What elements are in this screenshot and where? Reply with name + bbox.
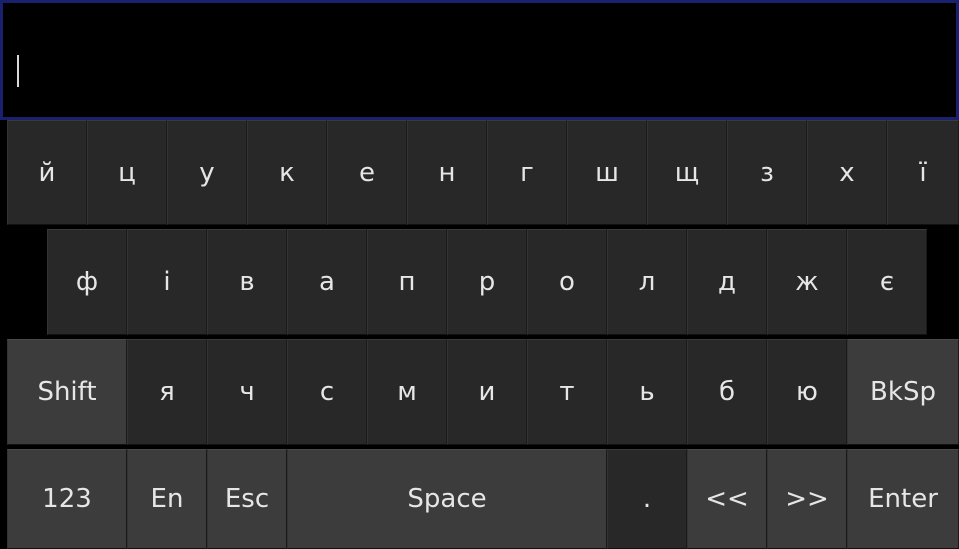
shift-key[interactable]: Shift [7, 339, 127, 445]
key-letter[interactable]: в [207, 229, 287, 335]
key-letter[interactable]: ь [607, 339, 687, 445]
key-letter[interactable]: о [527, 229, 607, 335]
key-letter[interactable]: ж [767, 229, 847, 335]
key-letter[interactable]: ю [767, 339, 847, 445]
language-key[interactable]: En [127, 449, 207, 549]
key-letter[interactable]: п [367, 229, 447, 335]
cursor-left-key[interactable]: << [687, 449, 767, 549]
key-letter[interactable]: ч [207, 339, 287, 445]
key-letter[interactable]: т [527, 339, 607, 445]
key-letter[interactable]: б [687, 339, 767, 445]
text-input-field[interactable] [0, 0, 959, 120]
key-letter[interactable]: к [247, 120, 327, 225]
key-letter[interactable]: м [367, 339, 447, 445]
key-letter[interactable]: а [287, 229, 367, 335]
key-letter[interactable]: с [287, 339, 367, 445]
space-key[interactable]: Space [287, 449, 607, 549]
key-letter[interactable]: р [447, 229, 527, 335]
key-letter[interactable]: і [127, 229, 207, 335]
key-letter[interactable]: ц [87, 120, 167, 225]
key-letter[interactable]: и [447, 339, 527, 445]
key-letter[interactable]: г [487, 120, 567, 225]
key-letter[interactable]: й [7, 120, 87, 225]
key-letter[interactable]: я [127, 339, 207, 445]
key-letter[interactable]: х [807, 120, 887, 225]
key-letter[interactable]: е [327, 120, 407, 225]
key-letter[interactable]: л [607, 229, 687, 335]
key-letter[interactable]: з [727, 120, 807, 225]
on-screen-keyboard: й ц у к е н г ш щ з х ї ф і в а п р о л … [0, 120, 959, 549]
key-letter[interactable]: д [687, 229, 767, 335]
key-letter[interactable]: ї [887, 120, 959, 225]
numbers-key[interactable]: 123 [7, 449, 127, 549]
key-letter[interactable]: ф [47, 229, 127, 335]
period-key[interactable]: . [607, 449, 687, 549]
backspace-key[interactable]: BkSp [847, 339, 959, 445]
enter-key[interactable]: Enter [847, 449, 959, 549]
key-letter[interactable]: щ [647, 120, 727, 225]
escape-key[interactable]: Esc [207, 449, 287, 549]
key-letter[interactable]: н [407, 120, 487, 225]
key-letter[interactable]: ш [567, 120, 647, 225]
key-letter[interactable]: у [167, 120, 247, 225]
cursor-right-key[interactable]: >> [767, 449, 847, 549]
text-cursor [17, 55, 19, 87]
key-letter[interactable]: є [847, 229, 927, 335]
